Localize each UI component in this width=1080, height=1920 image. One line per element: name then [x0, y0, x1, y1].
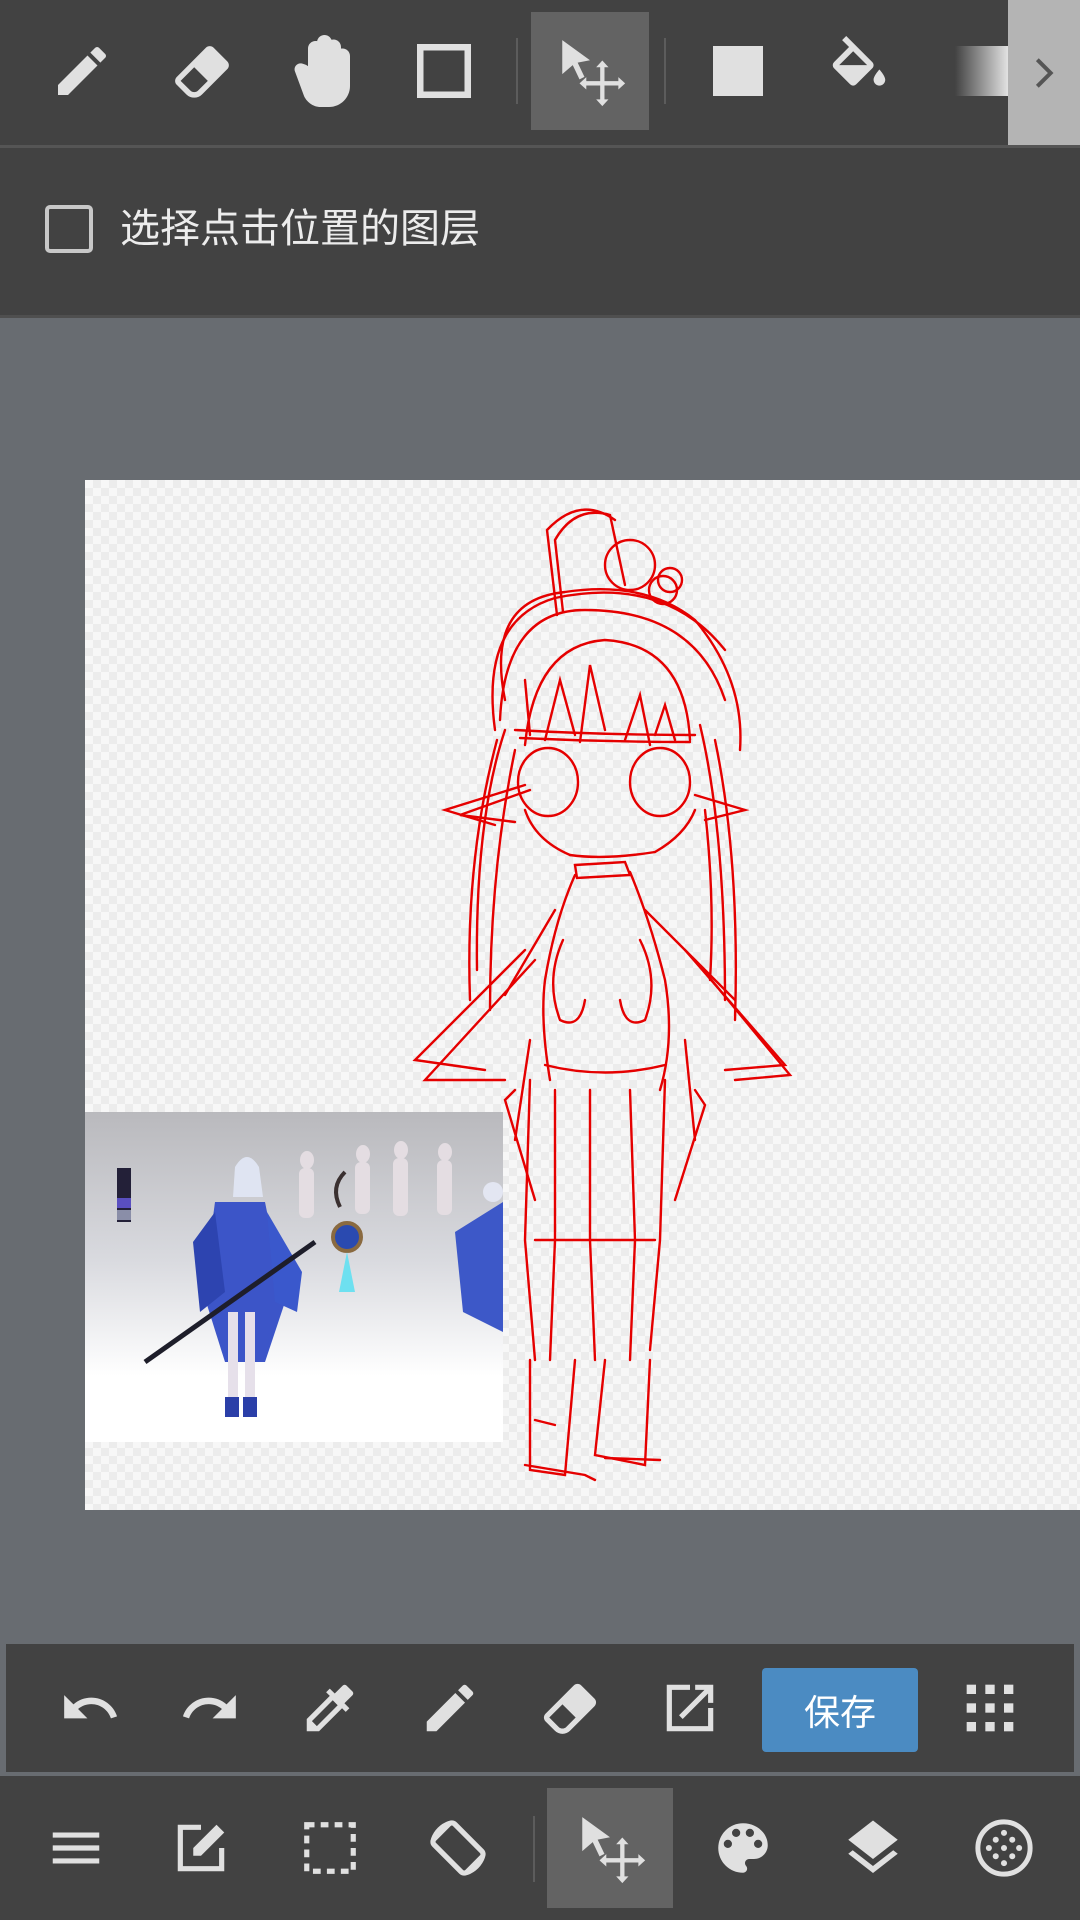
- gradient-icon: [955, 46, 1010, 96]
- tool-options-bar: 选择点击位置的图层: [0, 148, 1080, 318]
- navigation-bar: [0, 1776, 1080, 1920]
- red-sketch-layer: [412, 508, 793, 1482]
- grid-icon: [966, 1684, 1014, 1732]
- move-cursor-icon: [562, 40, 626, 107]
- export-icon: [666, 1684, 714, 1732]
- menu-button[interactable]: [13, 1788, 139, 1908]
- material-button[interactable]: [941, 1788, 1067, 1908]
- rotate-view-button[interactable]: [395, 1788, 521, 1908]
- toolbar-separator: [516, 38, 518, 104]
- pencil-icon: [58, 46, 107, 95]
- paint-bucket-icon: [832, 36, 886, 86]
- color-palette-button[interactable]: [680, 1788, 806, 1908]
- redo-button[interactable]: [160, 1658, 260, 1758]
- edit-icon: [177, 1824, 225, 1872]
- eraser-icon: [175, 46, 229, 98]
- move-nav-button[interactable]: [547, 1788, 673, 1908]
- edit-button[interactable]: [138, 1788, 264, 1908]
- pencil-icon: [426, 1684, 474, 1732]
- export-button[interactable]: [640, 1658, 740, 1758]
- rotate-icon: [430, 1820, 486, 1876]
- selection-icon: [304, 1822, 356, 1874]
- top-toolbar: [0, 0, 1080, 148]
- eraser-tool-button[interactable]: [143, 12, 261, 130]
- material-icon: [975, 1819, 1033, 1877]
- drawing-canvas[interactable]: [85, 480, 1080, 1510]
- select-layer-label: 选择点击位置的图层: [120, 206, 480, 252]
- layers-button[interactable]: [810, 1788, 936, 1908]
- pen-tool-button[interactable]: [23, 12, 141, 130]
- hand-icon: [294, 35, 350, 107]
- more-grid-button[interactable]: [940, 1658, 1040, 1758]
- action-bar: 保存: [6, 1644, 1074, 1772]
- selection-button[interactable]: [267, 1788, 393, 1908]
- undo-icon: [64, 1695, 118, 1719]
- undo-button[interactable]: [40, 1658, 140, 1758]
- palette-icon: [718, 1823, 768, 1873]
- eraser-icon: [543, 1683, 597, 1734]
- redo-icon: [182, 1695, 236, 1719]
- toolbar-separator: [664, 38, 666, 104]
- eyedropper-button[interactable]: [280, 1658, 380, 1758]
- square-outline-icon: [417, 44, 471, 98]
- select-layer-checkbox[interactable]: [45, 205, 93, 253]
- shape-tool-button[interactable]: [385, 12, 503, 130]
- menu-icon: [52, 1832, 100, 1864]
- save-button[interactable]: 保存: [762, 1668, 918, 1752]
- bucket-tool-button[interactable]: [800, 12, 918, 130]
- layers-icon: [848, 1820, 898, 1873]
- eyedropper-icon: [306, 1684, 354, 1732]
- fill-rect-tool-button[interactable]: [679, 12, 797, 130]
- move-tool-button[interactable]: [531, 12, 649, 130]
- move-cursor-icon: [582, 1817, 646, 1884]
- toolbar-scroll-right-button[interactable]: [1008, 0, 1080, 145]
- navbar-separator: [533, 1816, 535, 1882]
- eraser-button[interactable]: [520, 1658, 620, 1758]
- pencil-button[interactable]: [400, 1658, 500, 1758]
- chevron-right-icon: [1035, 57, 1054, 88]
- hand-tool-button[interactable]: [264, 12, 382, 130]
- filled-square-icon: [713, 46, 763, 96]
